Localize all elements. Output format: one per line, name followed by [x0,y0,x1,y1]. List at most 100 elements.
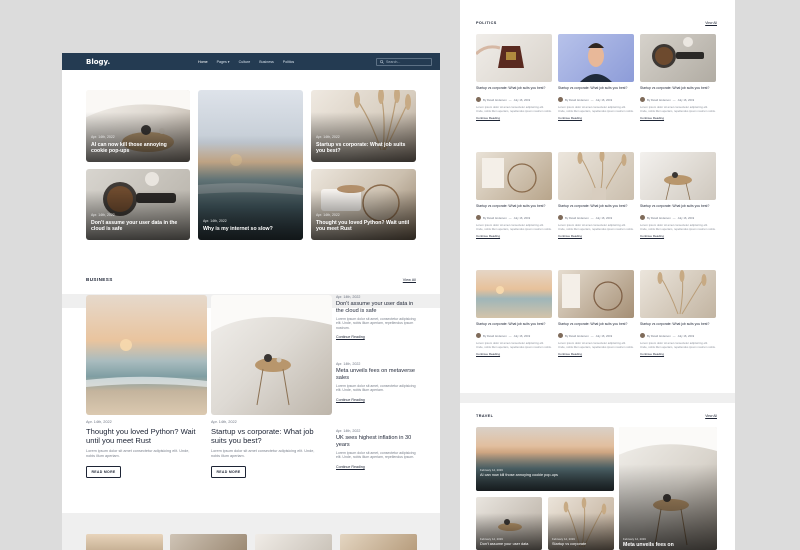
side-post: Apr. 14th, 2022 Meta unveils fees on met… [336,362,418,402]
hero-card[interactable]: Apr. 14th, 2022 Thought you loved Python… [311,169,416,240]
travel-card[interactable]: February 12, 2019 AI can now kill those … [476,427,614,491]
avatar [558,215,563,220]
continue-reading-link[interactable]: Continue Reading [640,116,716,120]
hero-grid: Apr. 14th, 2022 AI can now kill those an… [86,90,416,240]
continue-reading-link[interactable]: Continue Reading [558,352,634,356]
politics-card-picture [482,158,537,193]
read-more-button[interactable]: READ MORE [86,466,121,478]
next-section-thumbnail[interactable] [170,534,247,550]
continue-reading-link[interactable]: Continue Reading [336,335,418,339]
section-divider [460,393,735,403]
nav-link-culture[interactable]: Culture [239,60,251,64]
politics-card-excerpt: Lorem ipsum dolor sit amet consectetur a… [640,105,716,113]
side-post-title[interactable]: UK sees highest inflation in 30 years [336,435,418,449]
politics-card-title: Startup vs corporate: What job suits you… [640,322,710,326]
hero-card[interactable]: Apr. 14th, 2022 Don't assume your user d… [86,169,190,240]
view-all-link[interactable]: View All [705,414,717,418]
next-section-thumbnail[interactable] [86,534,163,550]
hero-card-title: AI can now kill those annoying cookie po… [91,142,167,155]
travel-card-title: Don't assume your user data [480,542,529,546]
avatar [640,97,645,102]
politics-card-title: Startup vs corporate: What job suits you… [476,322,546,326]
politics-card-picture [580,43,612,82]
politics-card-picture [476,45,524,68]
politics-card-excerpt: Lorem ipsum dolor sit amet consectetur a… [476,223,552,231]
hero-card[interactable]: Apr. 14th, 2022 Why is my internet so sl… [198,90,303,240]
next-section-thumbnail[interactable] [255,534,332,550]
politics-card-title: Startup vs corporate: What job suits you… [640,86,710,90]
continue-reading-link[interactable]: Continue Reading [336,465,418,469]
politics-card-excerpt: Lorem ipsum dolor sit amet consectetur a… [558,105,634,113]
continue-reading-link[interactable]: Continue Reading [476,234,552,238]
side-post-excerpt: Lorem ipsum dolor sit amet, consectetur … [336,450,416,460]
section-title: BUSINESS [86,277,113,282]
politics-card[interactable]: Startup vs corporate: What job suits you… [476,270,552,356]
nav-link-politics[interactable]: Politics [283,60,294,64]
continue-reading-link[interactable]: Continue Reading [336,398,418,402]
travel-card[interactable]: February 12, 2019 Don't assume your user… [476,497,542,550]
politics-card-picture [652,37,704,68]
meta-separator: — [590,333,594,338]
continue-reading-link[interactable]: Continue Reading [640,352,716,356]
hero-card[interactable]: Apr. 14th, 2022 AI can now kill those an… [86,90,190,162]
logo[interactable]: Blogy. [86,58,198,66]
travel-card-date: February 12, 2019 [480,537,503,541]
side-post-excerpt: Lorem ipsum dolor sit amet, consectetur … [336,383,416,393]
politics-card[interactable]: Startup vs corporate: What job suits you… [558,152,634,238]
view-all-link[interactable]: View All [705,21,717,25]
side-post-excerpt: Lorem ipsum dolor sit amet, consectetur … [336,316,416,330]
business-post-title[interactable]: Startup vs corporate: What job suits you… [211,427,331,445]
post-meta: By David Anderson — July 16, 2019 [476,333,552,338]
business-post-title[interactable]: Thought you loved Python? Wait until you… [86,427,204,445]
side-post-date: Apr. 14th, 2022 [336,295,361,299]
travel-card[interactable]: February 12, 2019 Startup vs corporate [548,497,614,550]
politics-card[interactable]: Startup vs corporate: What job suits you… [640,152,716,238]
continue-reading-link[interactable]: Continue Reading [558,116,634,120]
nav-link-business[interactable]: Business [259,60,274,64]
politics-card-image [476,34,552,82]
next-section-thumbnail[interactable] [340,534,417,550]
travel-card[interactable]: February 12, 2019 Meta unveils fees on [619,427,717,550]
hero-card[interactable]: Apr. 14th, 2022 Startup vs corporate: Wh… [311,90,416,162]
view-all-link[interactable]: View All [403,278,416,282]
politics-card[interactable]: Startup vs corporate: What job suits you… [558,270,634,356]
politics-card[interactable]: Startup vs corporate: What job suits you… [640,270,716,356]
meta-separator: — [590,215,594,220]
avatar [476,333,481,338]
side-post-title[interactable]: Meta unveils fees on metaverse sales [336,368,418,382]
business-post-date: Apr. 14th, 2022 [86,420,112,424]
nav-link-home[interactable]: Home [198,60,208,64]
hero-card-title: Why is my internet so slow? [203,226,273,232]
continue-reading-link[interactable]: Continue Reading [476,116,552,120]
author-name: By David Anderson [565,215,589,220]
politics-card[interactable]: Startup vs corporate: What job suits you… [640,34,716,120]
side-post-date: Apr. 14th, 2022 [336,362,361,366]
search-input[interactable]: Search... [376,57,432,66]
side-post: Apr. 14th, 2022 UK sees highest inflatio… [336,429,418,469]
travel-card-date: February 12, 2019 [552,537,575,541]
politics-card[interactable]: Startup vs corporate: What job suits you… [476,152,552,238]
business-post-image[interactable] [211,295,332,415]
post-date: July 16, 2019 [513,333,531,338]
nav-link-pages[interactable]: Pages ▾ [217,60,230,64]
post-date: July 16, 2019 [595,97,613,102]
politics-card-title: Startup vs corporate: What job suits you… [558,204,628,208]
politics-card[interactable]: Startup vs corporate: What job suits you… [476,34,552,120]
navbar: Blogy. Home Pages ▾ Culture Business Pol… [62,53,440,70]
travel-card-date: February 12, 2019 [480,468,503,472]
continue-reading-link[interactable]: Continue Reading [640,234,716,238]
post-date: July 16, 2019 [595,215,613,220]
politics-card-title: Startup vs corporate: What job suits you… [558,322,628,326]
continue-reading-link[interactable]: Continue Reading [558,234,634,238]
continue-reading-link[interactable]: Continue Reading [476,352,552,356]
politics-card-title: Startup vs corporate: What job suits you… [558,86,628,90]
side-post-title[interactable]: Don't assume your user data in the cloud… [336,301,418,315]
read-more-button[interactable]: READ MORE [211,466,246,478]
business-post-image[interactable] [86,295,207,415]
avatar [640,215,645,220]
travel-card-title: Meta unveils fees on [623,542,674,548]
politics-card[interactable]: Startup vs corporate: What job suits you… [558,34,634,120]
travel-section-header: TRAVEL View All [476,414,717,418]
business-post-excerpt: Lorem ipsum dolor sit amet consectetur a… [211,449,315,458]
politics-card-picture [577,152,627,200]
